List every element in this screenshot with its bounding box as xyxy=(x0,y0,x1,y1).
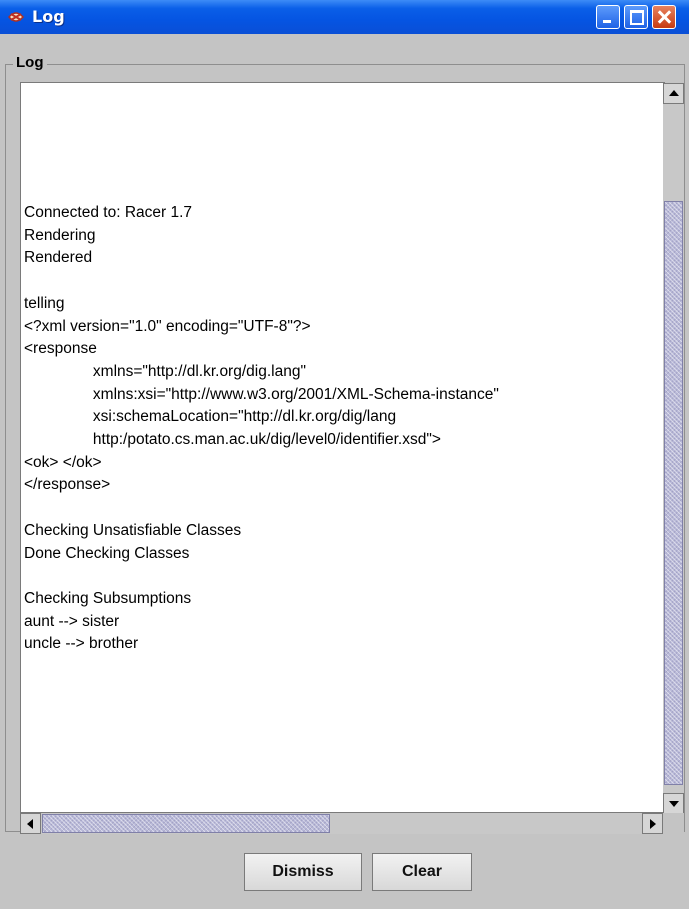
log-content[interactable]: Connected to: Racer 1.7 Rendering Render… xyxy=(24,202,499,656)
log-group-title: Log xyxy=(13,54,47,71)
app-icon xyxy=(8,12,24,22)
vertical-scroll-thumb[interactable] xyxy=(664,201,683,785)
scroll-up-button[interactable] xyxy=(663,83,684,104)
dismiss-button[interactable]: Dismiss xyxy=(244,853,362,891)
arrow-right-icon xyxy=(650,819,656,829)
arrow-left-icon xyxy=(27,819,33,829)
vertical-scrollbar[interactable] xyxy=(663,83,684,814)
clear-button[interactable]: Clear xyxy=(372,853,472,891)
arrow-up-icon xyxy=(669,90,679,96)
scroll-left-button[interactable] xyxy=(20,813,41,834)
log-text-area[interactable]: Connected to: Racer 1.7 Rendering Render… xyxy=(20,82,665,813)
log-window: Log Log Connected to: Racer 1.7 Renderin… xyxy=(0,0,689,909)
scroll-corner xyxy=(663,813,684,834)
window-title: Log xyxy=(32,7,65,26)
close-icon[interactable] xyxy=(652,5,676,29)
horizontal-scroll-thumb[interactable] xyxy=(42,814,330,833)
title-bar[interactable]: Log xyxy=(0,0,689,34)
maximize-icon[interactable] xyxy=(624,5,648,29)
horizontal-scrollbar[interactable] xyxy=(20,813,663,834)
arrow-down-icon xyxy=(669,801,679,807)
scroll-down-button[interactable] xyxy=(663,793,684,814)
minimize-icon[interactable] xyxy=(596,5,620,29)
scroll-right-button[interactable] xyxy=(642,813,663,834)
